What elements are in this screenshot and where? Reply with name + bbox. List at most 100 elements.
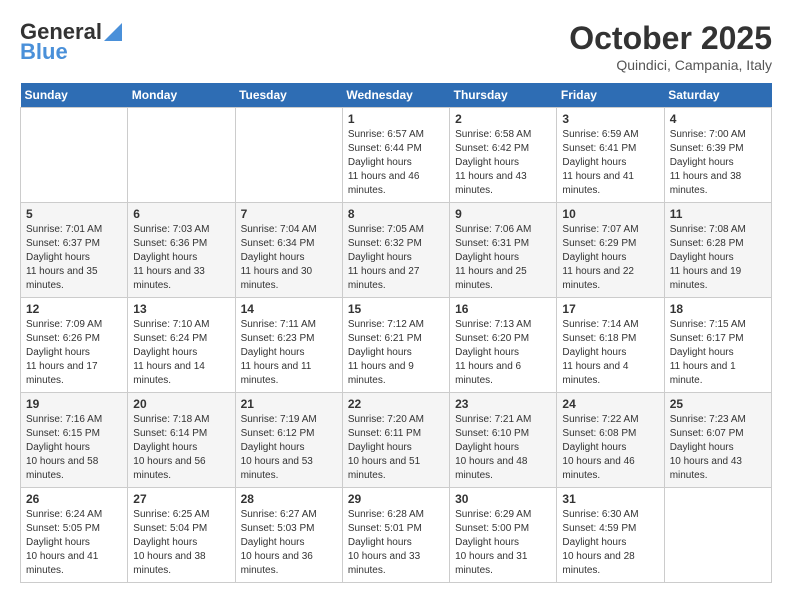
weekday-header-row: SundayMondayTuesdayWednesdayThursdayFrid… bbox=[21, 83, 772, 108]
sunset-label: Sunset: 5:03 PM bbox=[241, 523, 315, 534]
calendar-cell: 11 Sunrise: 7:08 AM Sunset: 6:28 PM Dayl… bbox=[664, 203, 771, 298]
daylight-label: Daylight hours bbox=[133, 347, 197, 358]
calendar-cell: 5 Sunrise: 7:01 AM Sunset: 6:37 PM Dayli… bbox=[21, 203, 128, 298]
daylight-label: Daylight hours bbox=[26, 252, 90, 263]
daylight-label: Daylight hours bbox=[348, 537, 412, 548]
daylight-label: Daylight hours bbox=[348, 442, 412, 453]
daylight-value: 10 hours and 41 minutes. bbox=[26, 551, 98, 576]
cell-content: Sunrise: 6:30 AM Sunset: 4:59 PM Dayligh… bbox=[562, 508, 658, 578]
daylight-value: 10 hours and 28 minutes. bbox=[562, 551, 634, 576]
sunrise-label: Sunrise: 6:28 AM bbox=[348, 509, 424, 520]
daylight-value: 10 hours and 51 minutes. bbox=[348, 456, 420, 481]
sunrise-label: Sunrise: 6:57 AM bbox=[348, 129, 424, 140]
cell-content: Sunrise: 6:25 AM Sunset: 5:04 PM Dayligh… bbox=[133, 508, 229, 578]
sunset-label: Sunset: 6:41 PM bbox=[562, 143, 636, 154]
sunrise-label: Sunrise: 7:07 AM bbox=[562, 224, 638, 235]
calendar-cell: 29 Sunrise: 6:28 AM Sunset: 5:01 PM Dayl… bbox=[342, 488, 449, 583]
day-number: 30 bbox=[455, 492, 551, 506]
cell-content: Sunrise: 7:11 AM Sunset: 6:23 PM Dayligh… bbox=[241, 318, 337, 388]
calendar-cell: 19 Sunrise: 7:16 AM Sunset: 6:15 PM Dayl… bbox=[21, 393, 128, 488]
cell-content: Sunrise: 7:20 AM Sunset: 6:11 PM Dayligh… bbox=[348, 413, 444, 483]
calendar-cell: 1 Sunrise: 6:57 AM Sunset: 6:44 PM Dayli… bbox=[342, 108, 449, 203]
weekday-header-cell: Saturday bbox=[664, 83, 771, 108]
sunrise-label: Sunrise: 6:27 AM bbox=[241, 509, 317, 520]
cell-content: Sunrise: 7:04 AM Sunset: 6:34 PM Dayligh… bbox=[241, 223, 337, 293]
sunrise-label: Sunrise: 7:11 AM bbox=[241, 319, 316, 330]
cell-content: Sunrise: 6:24 AM Sunset: 5:05 PM Dayligh… bbox=[26, 508, 122, 578]
calendar-cell bbox=[128, 108, 235, 203]
daylight-label: Daylight hours bbox=[241, 347, 305, 358]
daylight-value: 11 hours and 1 minute. bbox=[670, 361, 736, 386]
day-number: 16 bbox=[455, 302, 551, 316]
daylight-value: 11 hours and 41 minutes. bbox=[562, 171, 634, 196]
sunrise-label: Sunrise: 7:03 AM bbox=[133, 224, 209, 235]
sunset-label: Sunset: 6:15 PM bbox=[26, 428, 100, 439]
daylight-label: Daylight hours bbox=[670, 252, 734, 263]
daylight-label: Daylight hours bbox=[26, 347, 90, 358]
daylight-label: Daylight hours bbox=[26, 537, 90, 548]
sunset-label: Sunset: 6:07 PM bbox=[670, 428, 744, 439]
sunset-label: Sunset: 6:18 PM bbox=[562, 333, 636, 344]
cell-content: Sunrise: 7:16 AM Sunset: 6:15 PM Dayligh… bbox=[26, 413, 122, 483]
daylight-value: 10 hours and 48 minutes. bbox=[455, 456, 527, 481]
day-number: 3 bbox=[562, 112, 658, 126]
calendar-cell: 13 Sunrise: 7:10 AM Sunset: 6:24 PM Dayl… bbox=[128, 298, 235, 393]
sunset-label: Sunset: 5:00 PM bbox=[455, 523, 529, 534]
logo-arrow-icon bbox=[104, 19, 122, 41]
sunrise-label: Sunrise: 6:58 AM bbox=[455, 129, 531, 140]
cell-content: Sunrise: 7:03 AM Sunset: 6:36 PM Dayligh… bbox=[133, 223, 229, 293]
weekday-header-cell: Wednesday bbox=[342, 83, 449, 108]
daylight-value: 11 hours and 35 minutes. bbox=[26, 266, 98, 291]
calendar-cell: 15 Sunrise: 7:12 AM Sunset: 6:21 PM Dayl… bbox=[342, 298, 449, 393]
day-number: 25 bbox=[670, 397, 766, 411]
daylight-label: Daylight hours bbox=[670, 347, 734, 358]
cell-content: Sunrise: 7:13 AM Sunset: 6:20 PM Dayligh… bbox=[455, 318, 551, 388]
daylight-label: Daylight hours bbox=[455, 252, 519, 263]
cell-content: Sunrise: 7:00 AM Sunset: 6:39 PM Dayligh… bbox=[670, 128, 766, 198]
sunrise-label: Sunrise: 6:24 AM bbox=[26, 509, 102, 520]
daylight-value: 10 hours and 46 minutes. bbox=[562, 456, 634, 481]
daylight-label: Daylight hours bbox=[26, 442, 90, 453]
sunset-label: Sunset: 6:39 PM bbox=[670, 143, 744, 154]
sunrise-label: Sunrise: 6:30 AM bbox=[562, 509, 638, 520]
calendar-week-row: 26 Sunrise: 6:24 AM Sunset: 5:05 PM Dayl… bbox=[21, 488, 772, 583]
sunrise-label: Sunrise: 7:10 AM bbox=[133, 319, 209, 330]
daylight-label: Daylight hours bbox=[133, 442, 197, 453]
calendar-cell: 25 Sunrise: 7:23 AM Sunset: 6:07 PM Dayl… bbox=[664, 393, 771, 488]
sunset-label: Sunset: 6:44 PM bbox=[348, 143, 422, 154]
sunset-label: Sunset: 6:23 PM bbox=[241, 333, 315, 344]
day-number: 27 bbox=[133, 492, 229, 506]
day-number: 21 bbox=[241, 397, 337, 411]
cell-content: Sunrise: 7:19 AM Sunset: 6:12 PM Dayligh… bbox=[241, 413, 337, 483]
daylight-label: Daylight hours bbox=[562, 537, 626, 548]
day-number: 15 bbox=[348, 302, 444, 316]
day-number: 31 bbox=[562, 492, 658, 506]
sunset-label: Sunset: 6:28 PM bbox=[670, 238, 744, 249]
daylight-value: 11 hours and 38 minutes. bbox=[670, 171, 742, 196]
sunrise-label: Sunrise: 7:18 AM bbox=[133, 414, 209, 425]
day-number: 19 bbox=[26, 397, 122, 411]
calendar-cell bbox=[21, 108, 128, 203]
day-number: 18 bbox=[670, 302, 766, 316]
day-number: 8 bbox=[348, 207, 444, 221]
sunrise-label: Sunrise: 7:19 AM bbox=[241, 414, 317, 425]
daylight-value: 11 hours and 6 minutes. bbox=[455, 361, 521, 386]
sunset-label: Sunset: 6:42 PM bbox=[455, 143, 529, 154]
cell-content: Sunrise: 7:05 AM Sunset: 6:32 PM Dayligh… bbox=[348, 223, 444, 293]
weekday-header-cell: Tuesday bbox=[235, 83, 342, 108]
sunset-label: Sunset: 5:01 PM bbox=[348, 523, 422, 534]
cell-content: Sunrise: 7:21 AM Sunset: 6:10 PM Dayligh… bbox=[455, 413, 551, 483]
daylight-label: Daylight hours bbox=[133, 252, 197, 263]
daylight-value: 11 hours and 33 minutes. bbox=[133, 266, 205, 291]
calendar-cell: 16 Sunrise: 7:13 AM Sunset: 6:20 PM Dayl… bbox=[450, 298, 557, 393]
calendar-cell: 17 Sunrise: 7:14 AM Sunset: 6:18 PM Dayl… bbox=[557, 298, 664, 393]
daylight-value: 11 hours and 22 minutes. bbox=[562, 266, 634, 291]
calendar-table: SundayMondayTuesdayWednesdayThursdayFrid… bbox=[20, 83, 772, 583]
sunrise-label: Sunrise: 7:04 AM bbox=[241, 224, 317, 235]
cell-content: Sunrise: 7:23 AM Sunset: 6:07 PM Dayligh… bbox=[670, 413, 766, 483]
sunrise-label: Sunrise: 7:22 AM bbox=[562, 414, 638, 425]
daylight-value: 11 hours and 17 minutes. bbox=[26, 361, 98, 386]
daylight-label: Daylight hours bbox=[348, 157, 412, 168]
cell-content: Sunrise: 7:22 AM Sunset: 6:08 PM Dayligh… bbox=[562, 413, 658, 483]
daylight-label: Daylight hours bbox=[670, 157, 734, 168]
